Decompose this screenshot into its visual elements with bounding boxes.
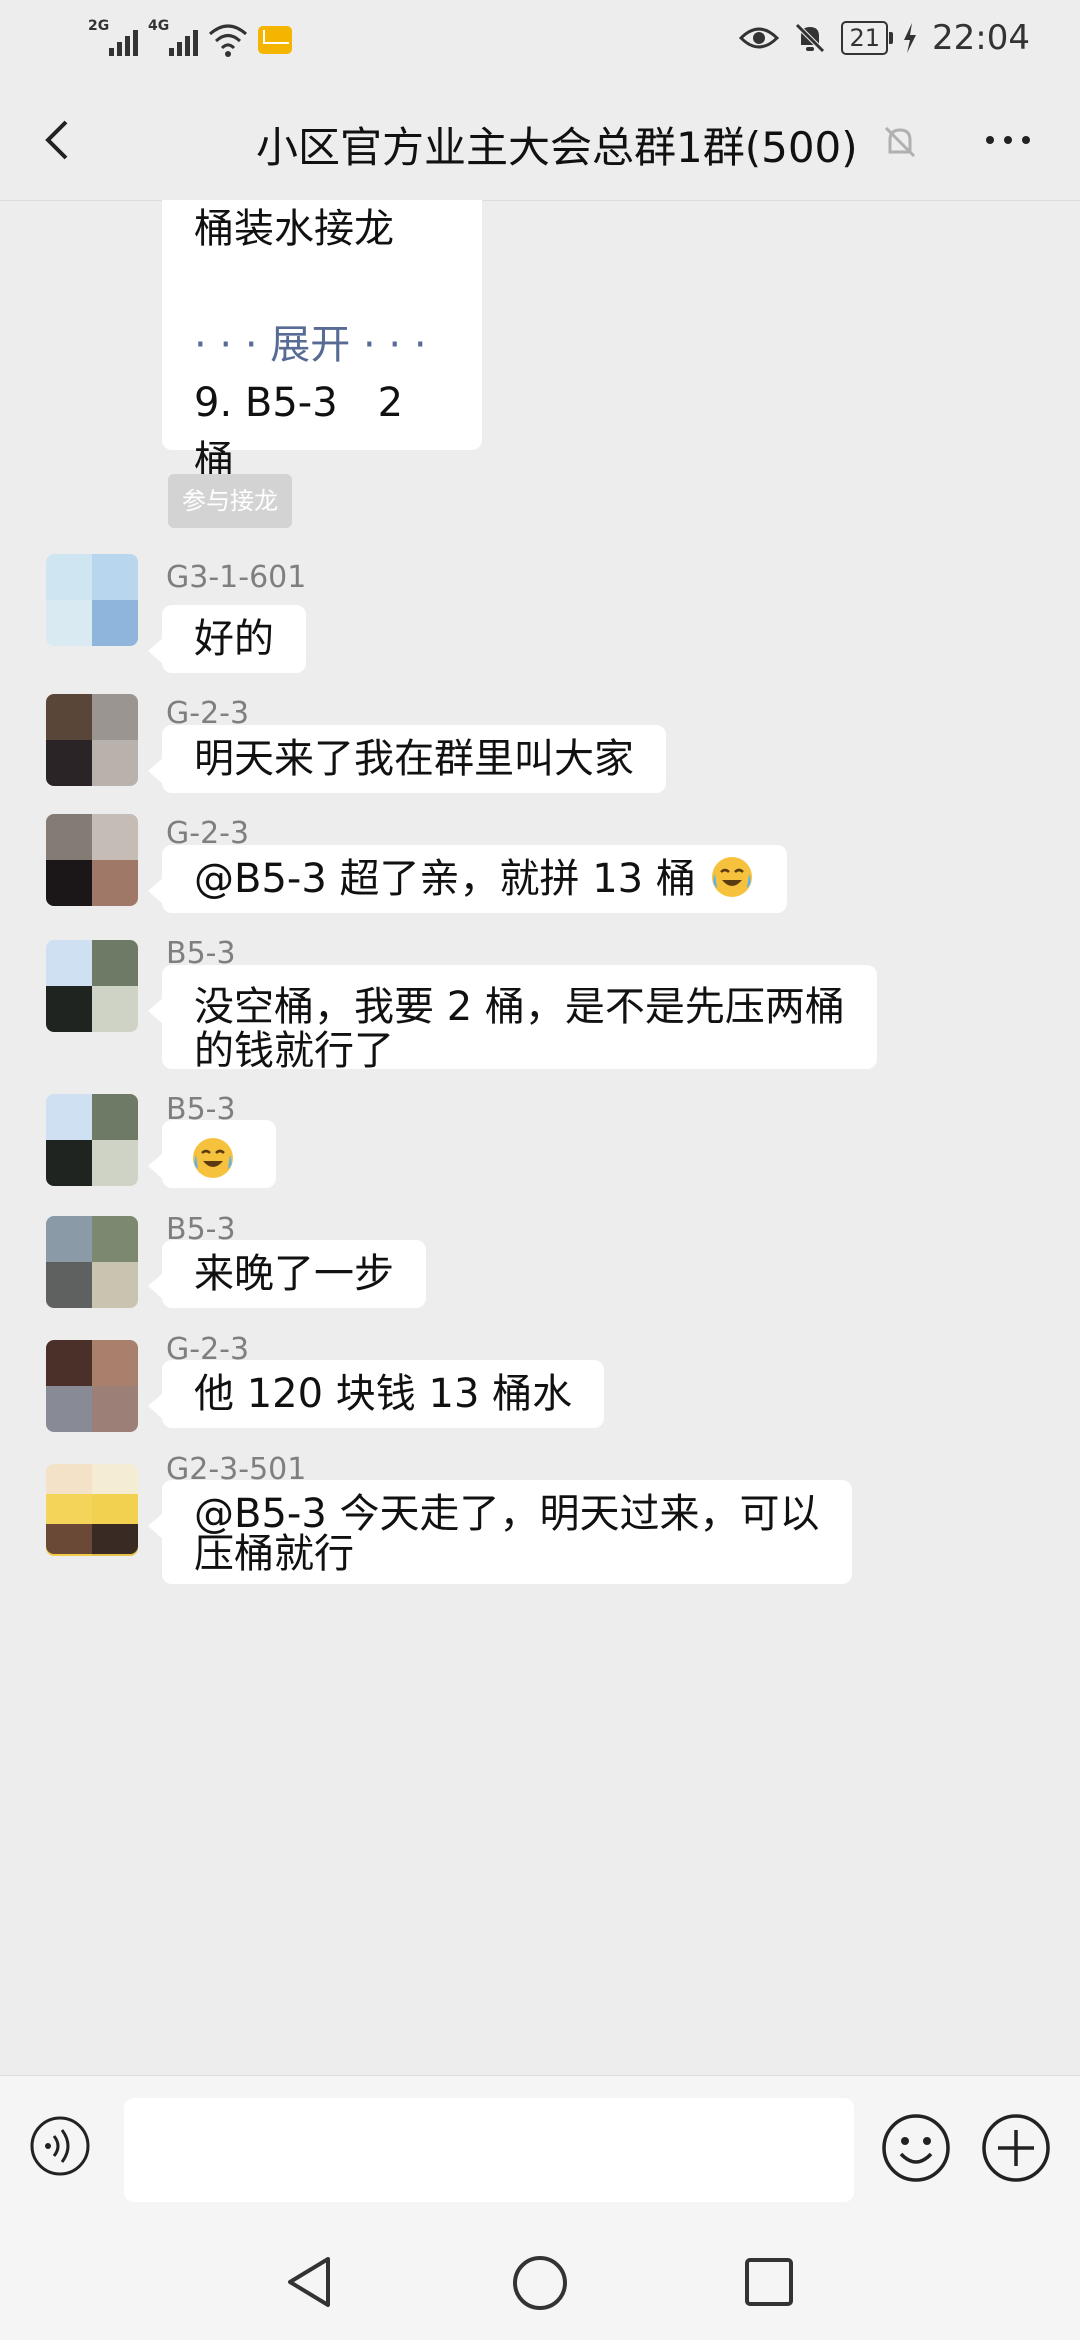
status-left: 2G 4G — [88, 18, 292, 58]
avatar[interactable] — [46, 1340, 138, 1432]
battery-indicator: 21 — [841, 21, 893, 55]
system-nav-bar — [0, 2225, 1080, 2340]
clock: 22:04 — [932, 18, 1030, 58]
solitaire-entry: 9. B5-3 2 桶 — [194, 380, 404, 484]
message-text-line: 没空桶，我要 2 桶，是不是先压两桶 — [194, 984, 845, 1030]
message-bubble[interactable]: 没空桶，我要 2 桶，是不是先压两桶 的钱就行了 — [148, 965, 877, 1073]
message-bubble[interactable] — [148, 1120, 276, 1188]
message-bubble[interactable]: 来晚了一步 — [148, 1240, 426, 1308]
notification-muted-icon — [795, 23, 826, 53]
message-bubble[interactable]: @B5-3 超了亲，就拼 13 桶 — [148, 845, 787, 913]
message-notification-icon — [258, 26, 292, 54]
message-text-line: @B5-3 今天走了，明天过来，可以 — [194, 1491, 820, 1537]
status-bar: 2G 4G 21 22:04 — [0, 0, 1080, 80]
nav-back-icon[interactable] — [282, 2253, 340, 2311]
message-input[interactable] — [124, 2098, 854, 2202]
avatar[interactable] — [46, 1094, 138, 1186]
message-bubble[interactable]: 好的 — [148, 605, 306, 673]
emoji-icon[interactable] — [880, 2112, 952, 2184]
signal-sim1-icon: 2G — [88, 18, 138, 58]
avatar[interactable] — [46, 694, 138, 786]
signal-sim2-icon: 4G — [148, 18, 198, 58]
avatar[interactable] — [46, 940, 138, 1032]
more-icon[interactable] — [978, 118, 1038, 162]
nav-home-icon[interactable] — [510, 2253, 570, 2313]
avatar-lower — [46, 1494, 138, 1554]
eye-icon — [739, 27, 780, 49]
chat-header: 小区官方业主大会总群1群(500) — [0, 80, 1080, 201]
sim2-network-label: 4G — [148, 18, 170, 34]
laughing-crying-emoji — [711, 857, 752, 897]
back-icon[interactable] — [30, 112, 86, 168]
avatar[interactable] — [46, 814, 138, 906]
plus-icon[interactable] — [980, 2112, 1052, 2184]
status-right: 21 22:04 — [739, 18, 1030, 58]
chat-title: 小区官方业主大会总群1群(500) — [256, 123, 858, 172]
sender-name: G3-1-601 — [166, 560, 307, 595]
message-bubble[interactable]: @B5-3 今天走了，明天过来，可以 压桶就行 — [148, 1480, 852, 1584]
solitaire-card[interactable]: 桶装水接龙 · · · 展开 · · · 9. B5-3 2 桶 — [162, 200, 482, 484]
chat-area[interactable]: 桶装水接龙 · · · 展开 · · · 9. B5-3 2 桶 参与接龙 G3… — [0, 200, 1080, 2075]
message-bubble[interactable]: 他 120 块钱 13 桶水 — [147, 1360, 605, 1428]
voice-icon[interactable] — [28, 2114, 92, 2178]
avatar[interactable] — [46, 1216, 138, 1308]
nav-recent-apps-icon[interactable] — [742, 2255, 796, 2309]
charging-icon — [904, 23, 917, 53]
wifi-icon — [209, 24, 247, 57]
message-text-line: 压桶就行 — [194, 1531, 354, 1577]
join-solitaire-button[interactable]: 参与接龙 — [168, 474, 292, 528]
message-bubble[interactable]: 明天来了我在群里叫大家 — [148, 725, 666, 793]
laughing-crying-emoji — [193, 1138, 233, 1178]
avatar[interactable] — [46, 554, 138, 646]
sim1-network-label: 2G — [88, 18, 110, 34]
mute-bell-icon — [884, 126, 916, 158]
solitaire-title: 桶装水接龙 — [194, 206, 394, 252]
input-bar — [0, 2075, 1080, 2226]
message-text-line: 的钱就行了 — [194, 1028, 394, 1074]
expand-link[interactable]: · · · 展开 · · · — [194, 316, 450, 374]
message-text: @B5-3 超了亲，就拼 13 桶 — [194, 856, 696, 902]
